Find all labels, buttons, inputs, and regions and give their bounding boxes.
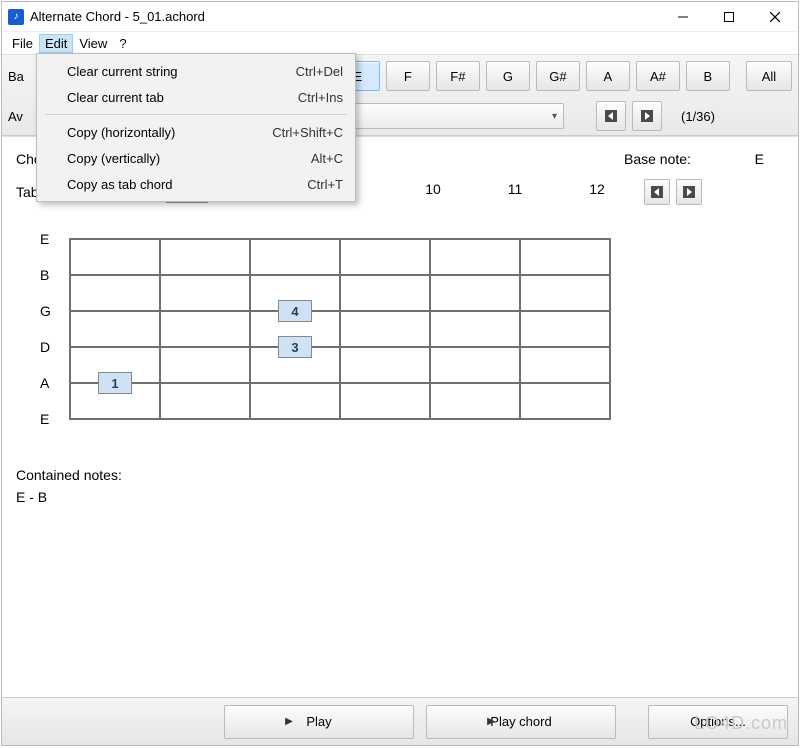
arrow-left-icon	[604, 109, 618, 123]
app-icon: ♪	[8, 9, 24, 25]
arrow-right-icon	[640, 109, 654, 123]
menu-item-label: Copy as tab chord	[67, 177, 307, 192]
menu-item-accel: Ctrl+Del	[296, 64, 343, 79]
note-button-G[interactable]: G	[486, 61, 530, 91]
maximize-icon	[724, 12, 734, 22]
string-label: G	[40, 303, 70, 319]
edit-menu-item[interactable]: Copy (vertically)Alt+C	[39, 145, 353, 171]
edit-menu-dropdown: Clear current stringCtrl+DelClear curren…	[36, 53, 356, 202]
string-label: E	[40, 411, 70, 427]
finger-marker[interactable]: 3	[278, 336, 312, 358]
menu-file[interactable]: File	[6, 34, 39, 53]
string-label: A	[40, 375, 70, 391]
chord-counter: (1/36)	[668, 109, 728, 124]
play-chord-button[interactable]: ▶ Play chord	[426, 705, 616, 739]
options-button[interactable]: Options...	[648, 705, 788, 739]
menu-view[interactable]: View	[73, 34, 113, 53]
basenote-value: E	[724, 151, 784, 167]
fretboard-grid: 1 3 4	[70, 221, 610, 437]
edit-menu-item[interactable]: Clear current stringCtrl+Del	[39, 58, 353, 84]
string-label: E	[40, 231, 70, 247]
bottombar: ▶ Play ▶ Play chord Options...	[2, 697, 798, 745]
fretboard[interactable]: E B G D A E 1 3 4	[40, 221, 640, 437]
tabpos-prev-button[interactable]	[644, 179, 670, 205]
note-button-A[interactable]: A	[586, 61, 630, 91]
arrow-right-icon	[682, 185, 696, 199]
menu-item-accel: Alt+C	[311, 151, 343, 166]
close-icon	[770, 12, 780, 22]
close-button[interactable]	[752, 2, 798, 32]
finger-marker[interactable]: 1	[98, 372, 132, 394]
contained-notes-value: E - B	[16, 489, 784, 505]
menu-separator	[45, 114, 347, 115]
basenote-label: Base note:	[624, 151, 724, 167]
options-button-label: Options...	[690, 714, 746, 729]
prev-chord-button[interactable]	[596, 101, 626, 131]
play-button-label: Play	[306, 714, 331, 729]
minimize-icon	[678, 12, 688, 22]
available-short-label: Av	[8, 109, 32, 124]
string-label: D	[40, 339, 70, 355]
menu-item-label: Clear current string	[67, 64, 296, 79]
play-chord-button-label: Play chord	[490, 714, 551, 729]
menu-item-label: Copy (vertically)	[67, 151, 311, 166]
menu-item-accel: Ctrl+Shift+C	[272, 125, 343, 140]
menu-help[interactable]: ?	[113, 34, 132, 53]
chevron-down-icon: ▾	[552, 111, 557, 122]
minimize-button[interactable]	[660, 2, 706, 32]
fret-number: 12	[556, 181, 638, 203]
menu-item-accel: Ctrl+Ins	[298, 90, 343, 105]
menu-item-accel: Ctrl+T	[307, 177, 343, 192]
edit-menu-item[interactable]: Copy (horizontally)Ctrl+Shift+C	[39, 119, 353, 145]
content-area: Chord name: E 5 (01) Base note: E Tab.-P…	[2, 136, 798, 697]
maximize-button[interactable]	[706, 2, 752, 32]
play-icon: ▶	[285, 716, 293, 727]
window-title: Alternate Chord - 5_01.achord	[30, 9, 205, 24]
fret-number: 10	[392, 181, 474, 203]
note-button-B[interactable]: B	[686, 61, 730, 91]
menu-edit[interactable]: Edit	[39, 34, 73, 53]
menubar: File Edit View ?	[2, 32, 798, 54]
note-button-Asharp[interactable]: A#	[636, 61, 680, 91]
note-button-F[interactable]: F	[386, 61, 430, 91]
titlebar: ♪ Alternate Chord - 5_01.achord	[2, 2, 798, 32]
fret-number: 11	[474, 181, 556, 203]
arrow-left-icon	[650, 185, 664, 199]
tabpos-next-button[interactable]	[676, 179, 702, 205]
all-notes-button[interactable]: All	[746, 61, 792, 91]
string-label: B	[40, 267, 70, 283]
play-icon: ▶	[487, 716, 495, 727]
note-button-Gsharp[interactable]: G#	[536, 61, 580, 91]
menu-item-label: Clear current tab	[67, 90, 298, 105]
edit-menu-item[interactable]: Copy as tab chordCtrl+T	[39, 171, 353, 197]
contained-notes: Contained notes: E - B	[16, 467, 784, 505]
contained-notes-label: Contained notes:	[16, 467, 784, 483]
edit-menu-item[interactable]: Clear current tabCtrl+Ins	[39, 84, 353, 110]
basenote-short-label: Ba	[8, 69, 32, 84]
menu-item-label: Copy (horizontally)	[67, 125, 272, 140]
next-chord-button[interactable]	[632, 101, 662, 131]
note-button-Fsharp[interactable]: F#	[436, 61, 480, 91]
finger-marker[interactable]: 4	[278, 300, 312, 322]
play-button[interactable]: ▶ Play	[224, 705, 414, 739]
